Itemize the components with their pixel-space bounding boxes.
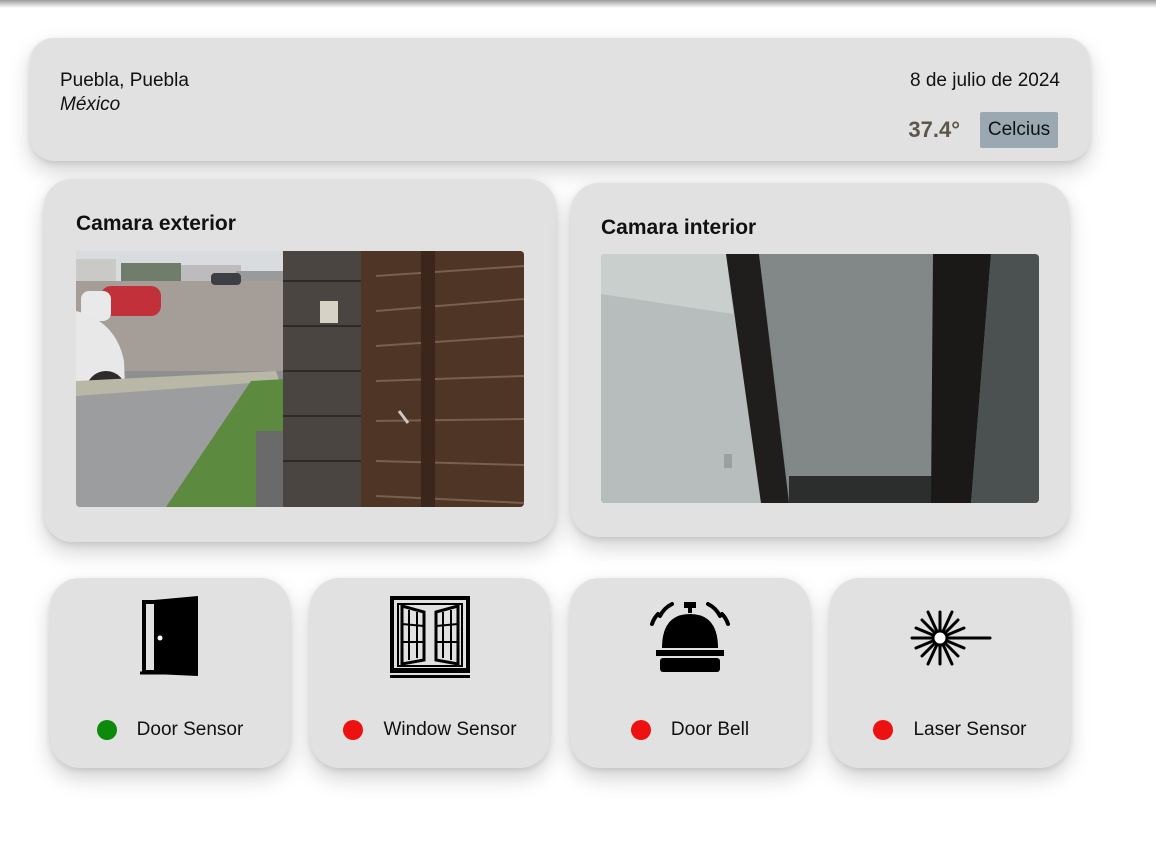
sensor-card-laser[interactable]: Laser Sensor [830, 578, 1070, 768]
door-icon [120, 596, 220, 680]
sensor-label: Door Bell [670, 719, 750, 740]
temperature-unit-button[interactable]: Celcius [980, 112, 1058, 148]
current-date: 8 de julio de 2024 [909, 70, 1060, 91]
window-icon [380, 596, 480, 680]
camera-exterior-feed[interactable] [76, 251, 524, 507]
sensor-status-door: Door Sensor [50, 718, 290, 742]
top-shadow [0, 0, 1156, 8]
sensor-card-window[interactable]: Window Sensor [310, 578, 550, 768]
location-country: México [60, 94, 121, 115]
camera-exterior-image [76, 251, 524, 507]
location-city: Puebla, Puebla [60, 70, 189, 91]
laser-icon [900, 596, 1000, 680]
sensor-card-door[interactable]: Door Sensor [50, 578, 290, 768]
sensor-label: Laser Sensor [913, 719, 1027, 740]
status-indicator [343, 720, 364, 740]
camera-interior-title: Camara interior [601, 216, 757, 239]
sensor-card-doorbell[interactable]: Door Bell [570, 578, 810, 768]
status-indicator [873, 720, 894, 740]
status-indicator [96, 720, 117, 740]
sensor-status-window: Window Sensor [310, 718, 550, 742]
camera-exterior-card: Camara exterior [44, 179, 556, 542]
camera-interior-card: Camara interior [571, 183, 1069, 537]
temperature-value: 37.4° [908, 117, 960, 142]
sensor-status-laser: Laser Sensor [830, 718, 1070, 742]
camera-interior-feed[interactable] [601, 254, 1039, 503]
sensor-label: Window Sensor [383, 719, 517, 740]
camera-interior-image [601, 254, 1039, 503]
camera-exterior-title: Camara exterior [76, 212, 236, 235]
bell-icon [640, 596, 740, 680]
status-indicator [630, 720, 651, 740]
sensor-status-doorbell: Door Bell [570, 718, 810, 742]
location-weather-header: Puebla, Puebla México 8 de julio de 2024… [30, 38, 1090, 161]
sensor-label: Door Sensor [136, 719, 244, 740]
